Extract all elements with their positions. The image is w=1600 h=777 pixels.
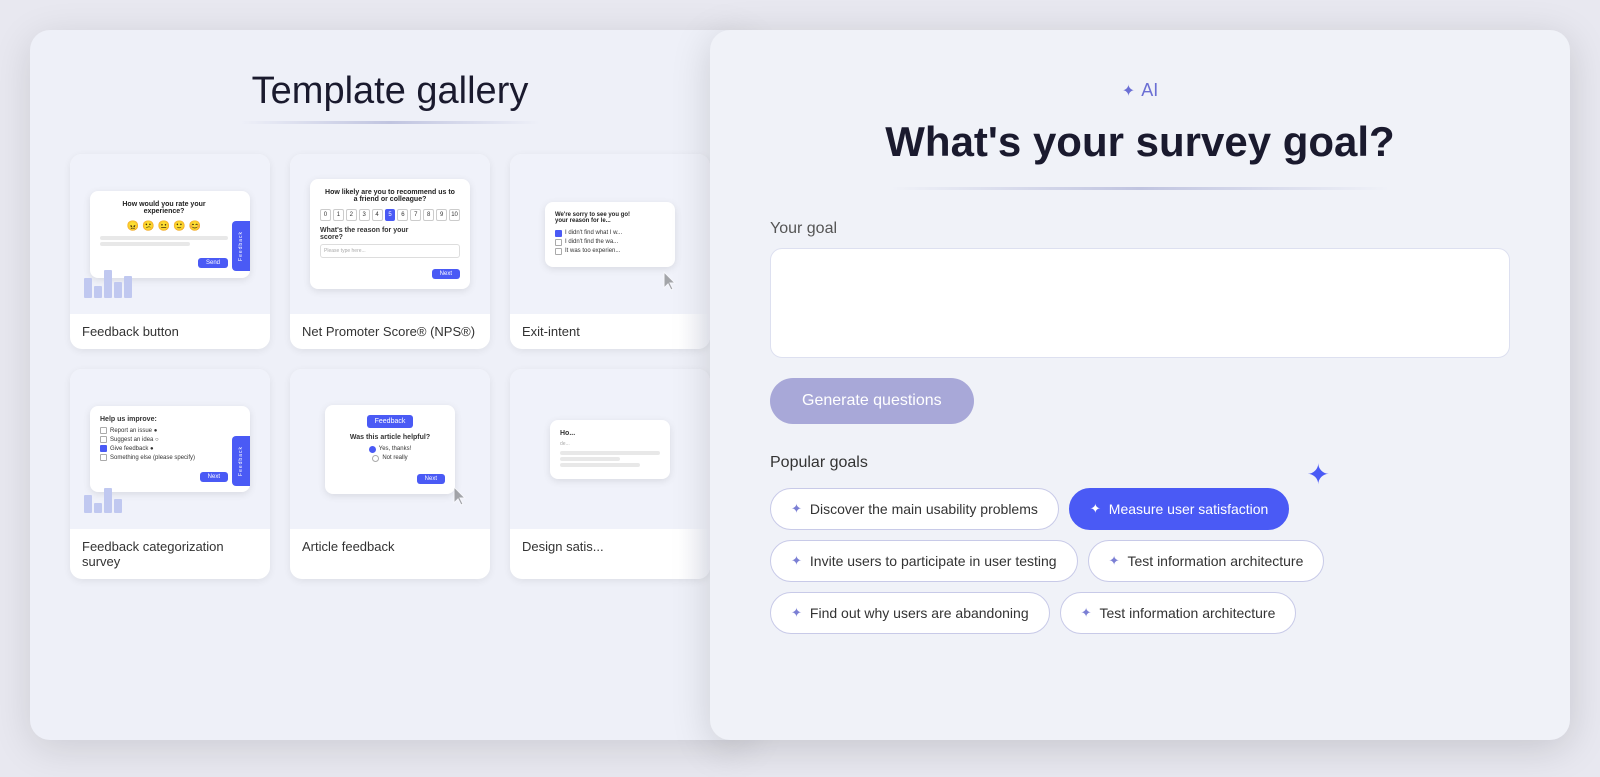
feedback-tab: Feedback bbox=[232, 221, 250, 271]
mini-graph bbox=[84, 268, 132, 298]
chip-label: Discover the main usability problems bbox=[810, 501, 1038, 517]
card-label-feedback: Feedback button bbox=[70, 314, 270, 349]
card-preview-article: Feedback Was this article helpful? Yes, … bbox=[290, 369, 490, 529]
ai-star-icon: ✦ bbox=[1122, 81, 1135, 101]
mini-send-btn: Send bbox=[198, 258, 228, 268]
card-label-categorization: Feedback categorization survey bbox=[70, 529, 270, 579]
generate-questions-button[interactable]: Generate questions bbox=[770, 378, 974, 424]
card-preview-exit: We're sorry to see you go!your reason fo… bbox=[510, 154, 710, 314]
sparkle-decoration: ✦ bbox=[1307, 458, 1330, 491]
goal-chip-test-ia-2[interactable]: ✦ Test information architecture bbox=[1060, 592, 1297, 634]
mini-design-sub: de... bbox=[560, 441, 660, 447]
card-exit-intent[interactable]: We're sorry to see you go!your reason fo… bbox=[510, 154, 710, 349]
cursor-icon-2 bbox=[450, 485, 470, 509]
checkbox-row: Give feedback ● bbox=[100, 445, 228, 452]
mini-design-title: Ho... bbox=[560, 430, 660, 437]
mini-nps-row: 0 1 2 3 4 5 6 7 8 9 10 bbox=[320, 209, 460, 221]
radio-no: Not really bbox=[335, 455, 445, 462]
text-line bbox=[560, 451, 660, 455]
text-line bbox=[560, 463, 640, 467]
goal-textarea[interactable] bbox=[770, 248, 1510, 358]
card-preview-categorization: Help us improve: Report an issue ● Sugge… bbox=[70, 369, 270, 529]
mini-graph-2 bbox=[84, 483, 122, 513]
mini-article-q: Was this article helpful? bbox=[335, 434, 445, 441]
checkbox-row: Report an issue ● bbox=[100, 427, 228, 434]
goal-chip-usability[interactable]: ✦ Discover the main usability problems bbox=[770, 488, 1059, 530]
chip-label-active: Measure user satisfaction bbox=[1109, 501, 1269, 517]
goal-chip-abandoning[interactable]: ✦ Find out why users are abandoning bbox=[770, 592, 1050, 634]
goals-row-2: ✦ Invite users to participate in user te… bbox=[770, 540, 1510, 582]
radio-yes: Yes, thanks! bbox=[335, 446, 445, 453]
mini-input: Please type here... bbox=[320, 244, 460, 258]
mini-next-btn: Next bbox=[432, 269, 460, 279]
card-design-satisfaction[interactable]: Ho... de... Design satis... bbox=[510, 369, 710, 579]
ai-badge-text: AI bbox=[1141, 80, 1158, 101]
chip-label-test-ia-1: Test information architecture bbox=[1128, 553, 1304, 569]
goals-grid: ✦ ✦ Discover the main usability problems… bbox=[770, 488, 1510, 634]
goal-chip-satisfaction[interactable]: ✦ Measure user satisfaction bbox=[1069, 488, 1289, 530]
chip-label-test-ia-2: Test information architecture bbox=[1100, 605, 1276, 621]
feedback-tab-text: Feedback bbox=[238, 231, 244, 261]
cursor-icon bbox=[660, 270, 680, 294]
goal-chip-test-ia-1[interactable]: ✦ Test information architecture bbox=[1088, 540, 1325, 582]
template-gallery-panel: Template gallery How would you rate your… bbox=[30, 30, 750, 740]
popular-goals-label: Popular goals bbox=[770, 454, 1510, 472]
card-preview-nps: How likely are you to recommend us toa f… bbox=[290, 154, 490, 314]
mini-cat-title: Help us improve: bbox=[100, 416, 228, 423]
emoji-row: 😠😕😐🙂😊 bbox=[100, 221, 228, 232]
mini-next-btn2: Next bbox=[200, 472, 228, 482]
chip-label-invite: Invite users to participate in user test… bbox=[810, 553, 1057, 569]
card-nps[interactable]: How likely are you to recommend us toa f… bbox=[290, 154, 490, 349]
mini-next-btn3: Next bbox=[417, 474, 445, 484]
card-article-feedback[interactable]: Feedback Was this article helpful? Yes, … bbox=[290, 369, 490, 579]
card-label-exit: Exit-intent bbox=[510, 314, 710, 349]
text-line bbox=[100, 236, 228, 240]
mini-nps-title: How likely are you to recommend us toa f… bbox=[320, 189, 460, 203]
mini-exit-title: We're sorry to see you go!your reason fo… bbox=[555, 212, 665, 224]
ai-badge: ✦ AI bbox=[1122, 80, 1158, 101]
feedback-tab-2: Feedback bbox=[232, 436, 250, 486]
card-label-article: Article feedback bbox=[290, 529, 490, 564]
chip-star-icon-active: ✦ bbox=[1090, 501, 1101, 517]
chip-star-icon-3: ✦ bbox=[1109, 553, 1120, 569]
card-label-nps: Net Promoter Score® (NPS®) bbox=[290, 314, 490, 349]
chip-star-icon-5: ✦ bbox=[1081, 605, 1092, 621]
card-feedback-button[interactable]: How would you rate yourexperience? 😠😕😐🙂😊… bbox=[70, 154, 270, 349]
gallery-grid: How would you rate yourexperience? 😠😕😐🙂😊… bbox=[70, 154, 710, 579]
checkbox-row: Something else (please specify) bbox=[100, 454, 228, 461]
chip-label-abandoning: Find out why users are abandoning bbox=[810, 605, 1029, 621]
ai-survey-panel: ✦ AI What's your survey goal? Your goal … bbox=[710, 30, 1570, 740]
chip-star-icon-2: ✦ bbox=[791, 553, 802, 569]
chip-star-icon-4: ✦ bbox=[791, 605, 802, 621]
card-preview-design: Ho... de... bbox=[510, 369, 710, 529]
card-feedback-categorization[interactable]: Help us improve: Report an issue ● Sugge… bbox=[70, 369, 270, 579]
checkbox-row: Suggest an idea ○ bbox=[100, 436, 228, 443]
gallery-divider bbox=[240, 121, 540, 124]
checkbox-row: I didn't find the wa... bbox=[555, 239, 665, 246]
chip-star-icon: ✦ bbox=[791, 501, 802, 517]
checkbox-row: I didn't find what I w... bbox=[555, 230, 665, 237]
mini-feedback-badge: Feedback bbox=[367, 415, 414, 428]
gallery-title: Template gallery bbox=[70, 70, 710, 113]
text-line bbox=[560, 457, 620, 461]
checkbox-row: It was too experien... bbox=[555, 248, 665, 255]
card-preview-feedback: How would you rate yourexperience? 😠😕😐🙂😊… bbox=[70, 154, 270, 314]
goal-label: Your goal bbox=[770, 220, 1510, 238]
mini-followup: What's the reason for yourscore? bbox=[320, 227, 460, 241]
goal-chip-invite-testing[interactable]: ✦ Invite users to participate in user te… bbox=[770, 540, 1078, 582]
text-line bbox=[100, 242, 190, 246]
goals-row-1: ✦ Discover the main usability problems ✦… bbox=[770, 488, 1510, 530]
card-label-design: Design satis... bbox=[510, 529, 710, 564]
ai-heading-divider bbox=[890, 187, 1390, 190]
survey-goal-heading: What's your survey goal? bbox=[885, 117, 1394, 167]
goals-row-3: ✦ Find out why users are abandoning ✦ Te… bbox=[770, 592, 1510, 634]
mini-title: How would you rate yourexperience? bbox=[100, 201, 228, 215]
feedback-tab-text-2: Feedback bbox=[238, 446, 244, 476]
